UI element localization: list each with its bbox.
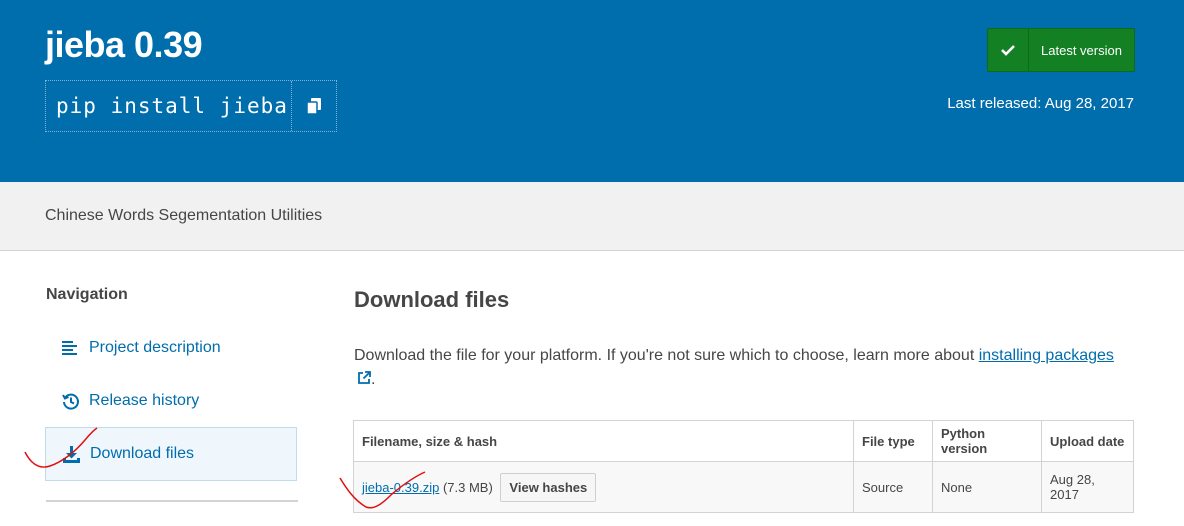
latest-version-label: Latest version: [1041, 42, 1122, 58]
nav-divider: [46, 500, 298, 502]
header-filename: Filename, size & hash: [353, 420, 854, 462]
latest-version-button[interactable]: Latest version: [987, 28, 1135, 72]
package-summary-bar: Chinese Words Segementation Utilities: [0, 182, 1184, 251]
files-table: Filename, size & hash File type Python v…: [353, 420, 1134, 513]
view-hashes-button[interactable]: View hashes: [500, 472, 597, 502]
nav-item-label: Release history: [89, 392, 200, 409]
copy-icon: [306, 98, 321, 115]
download-icon: [62, 445, 80, 463]
upload-date-cell: Aug 28, 2017: [1041, 461, 1134, 513]
align-left-icon: [61, 339, 79, 357]
external-link-icon: [358, 371, 371, 384]
table-row: jieba-0.39.zip (7.3 MB) View hashes Sour…: [353, 461, 1134, 513]
intro-text: Download the file for your platform. If …: [354, 347, 979, 364]
intro-end: .: [371, 371, 376, 388]
copy-button[interactable]: [291, 81, 336, 131]
file-download-link[interactable]: jieba-0.39.zip: [362, 480, 439, 495]
download-files-title: Download files: [354, 287, 510, 312]
nav-item-label: Project description: [89, 339, 221, 356]
table-header-row: Filename, size & hash File type Python v…: [353, 420, 1134, 462]
package-summary: Chinese Words Segementation Utilities: [45, 207, 323, 224]
nav-item-label: Download files: [90, 445, 195, 462]
history-icon: [61, 392, 79, 410]
download-intro: Download the file for your platform. If …: [354, 344, 1114, 392]
python-version-cell: None: [932, 461, 1042, 513]
pip-command-box: pip install jieba: [45, 80, 337, 132]
header-file-type: File type: [853, 420, 933, 462]
pip-command-text[interactable]: pip install jieba: [46, 81, 291, 131]
check-icon: [988, 29, 1029, 71]
last-released: Last released: Aug 28, 2017: [947, 95, 1134, 112]
file-size: (7.3 MB): [442, 479, 493, 495]
file-type-cell: Source: [853, 461, 933, 513]
nav-item-release-history[interactable]: Release history: [45, 374, 297, 428]
link-text: installing packages: [978, 347, 1114, 364]
navigation-heading: Navigation: [46, 286, 128, 303]
nav-item-project-description[interactable]: Project description: [45, 321, 297, 375]
nav-item-download-files[interactable]: Download files: [45, 427, 297, 481]
package-title: jieba 0.39: [45, 24, 203, 65]
header-python-version: Python version: [932, 420, 1042, 462]
header-upload-date: Upload date: [1041, 420, 1134, 462]
header-banner: jieba 0.39 pip install jieba Latest vers…: [0, 0, 1184, 182]
filename-cell: jieba-0.39.zip (7.3 MB) View hashes: [353, 461, 854, 513]
